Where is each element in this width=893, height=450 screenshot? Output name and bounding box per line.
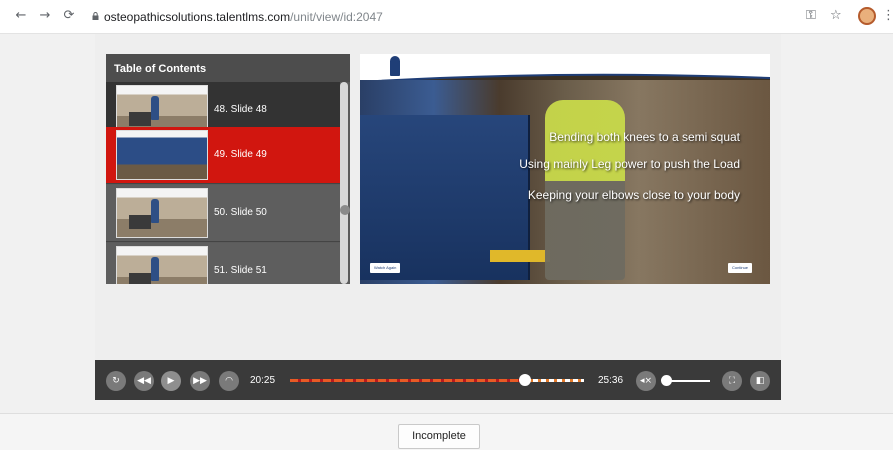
toc-item-label: 50. Slide 50 xyxy=(214,207,267,218)
mute-icon[interactable]: ◂× xyxy=(636,371,656,391)
menu-dots-icon[interactable]: ⋮ xyxy=(882,8,893,23)
reload-icon[interactable]: ⟳ xyxy=(62,9,76,23)
forward-arrow-icon[interactable]: → xyxy=(38,9,52,23)
slide-thumbnail xyxy=(116,130,208,180)
sidebar-toggle-icon[interactable]: ◧ xyxy=(750,371,770,391)
url-host: osteopathicsolutions.talentlms.com xyxy=(104,10,291,24)
completion-status-button[interactable]: Incomplete xyxy=(398,424,480,449)
back-arrow-icon[interactable]: ← xyxy=(14,9,28,23)
slide-thumbnail xyxy=(116,188,208,238)
profile-avatar[interactable] xyxy=(858,7,876,25)
toc-item-label: 49. Slide 49 xyxy=(214,149,267,160)
pallet-truck-image xyxy=(490,250,550,262)
seek-bar-remaining xyxy=(525,379,584,382)
browser-toolbar: ← → ⟳ osteopathicsolutions.talentlms.com… xyxy=(0,0,893,34)
slide-text-line-1: Bending both knees to a semi squat xyxy=(549,130,740,144)
rewind-icon[interactable]: ◀◀ xyxy=(134,371,154,391)
toc-item-slide-49[interactable]: 49. Slide 49 xyxy=(106,127,340,184)
current-time: 20:25 xyxy=(250,375,276,386)
total-time: 25:36 xyxy=(598,375,624,386)
toc-scrollbar[interactable] xyxy=(340,82,348,284)
slide-thumbnail xyxy=(116,246,208,284)
lock-icon xyxy=(92,12,99,20)
toc-item-label: 51. Slide 51 xyxy=(214,265,267,276)
star-icon[interactable]: ☆ xyxy=(830,8,842,23)
speed-icon[interactable]: ◠ xyxy=(219,371,239,391)
toc-item-label: 48. Slide 48 xyxy=(214,104,267,115)
slide-header xyxy=(360,54,770,84)
slide-text-line-2: Using mainly Leg power to push the Load xyxy=(519,157,740,171)
slide-photo xyxy=(360,80,770,284)
table-of-contents: Table of Contents 48. Slide 48 49. Slide… xyxy=(106,54,350,284)
slide-text-line-3: Keeping your elbows close to your body xyxy=(527,188,740,202)
toc-scrollbar-thumb[interactable] xyxy=(340,205,350,215)
slide-viewer: Bending both knees to a semi squat Using… xyxy=(360,54,770,284)
fast-forward-icon[interactable]: ▶▶ xyxy=(190,371,210,391)
key-icon[interactable]: ⚿ xyxy=(806,8,816,23)
toc-item-slide-50[interactable]: 50. Slide 50 xyxy=(106,185,340,242)
seek-bar-progress xyxy=(290,379,526,382)
continue-button[interactable]: Continue xyxy=(728,263,753,273)
address-bar[interactable]: osteopathicsolutions.talentlms.com/unit/… xyxy=(104,10,383,24)
toc-item-slide-51[interactable]: 51. Slide 51 xyxy=(106,243,340,284)
play-icon[interactable]: ▶ xyxy=(161,371,181,391)
replay-icon[interactable]: ↻ xyxy=(106,371,126,391)
fullscreen-icon[interactable]: ⛶ xyxy=(722,371,742,391)
watch-again-button[interactable]: Watch Again xyxy=(370,263,401,273)
url-path: /unit/view/id:2047 xyxy=(290,10,383,24)
toc-title: Table of Contents xyxy=(106,54,350,82)
